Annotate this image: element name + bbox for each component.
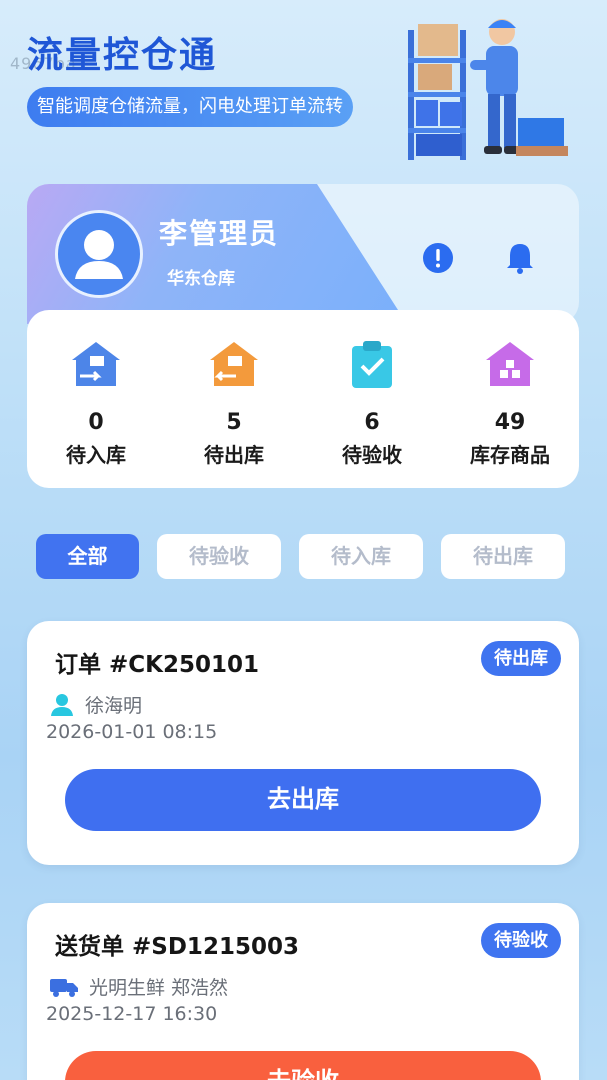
stat-value: 6 xyxy=(364,410,380,435)
outbound-warehouse-icon xyxy=(210,342,258,386)
stat-label: 待入库 xyxy=(66,443,126,467)
order-supplier: 光明生鲜 郑浩然 xyxy=(89,977,229,999)
user-avatar-icon[interactable] xyxy=(55,210,143,298)
person-icon xyxy=(51,693,73,716)
outbound-button[interactable]: 去出库 xyxy=(65,769,541,831)
stat-label: 待验收 xyxy=(342,443,402,467)
stat-label: 待出库 xyxy=(204,443,264,467)
profile-card: 李管理员 华东仓库 0 待入库 5 待出库 6 待验收 49 库存商品 xyxy=(27,184,579,488)
order-title: 送货单 #SD1215003 xyxy=(55,934,299,960)
order-card: 订单 #CK250101 待出库 徐海明 2026-01-01 08:15 去出… xyxy=(27,621,579,865)
order-card: 送货单 #SD1215003 待验收 光明生鲜 郑浩然 2025-12-17 1… xyxy=(27,903,579,1080)
stat-label: 库存商品 xyxy=(470,443,550,467)
stats-panel: 0 待入库 5 待出库 6 待验收 49 库存商品 xyxy=(27,310,579,488)
stat-value: 0 xyxy=(88,410,104,435)
order-time: 2025-12-17 16:30 xyxy=(46,1003,218,1025)
warehouse-worker-illustration xyxy=(408,19,568,160)
stat-inbound[interactable]: 0 待入库 xyxy=(31,338,161,488)
status-badge: 待验收 xyxy=(481,923,561,958)
clipboard-check-icon xyxy=(352,341,392,388)
stat-stock[interactable]: 49 库存商品 xyxy=(445,338,575,488)
tab-pending-inbound[interactable]: 待入库 xyxy=(299,534,423,579)
order-person: 徐海明 xyxy=(85,695,143,717)
stock-goods-icon xyxy=(486,342,534,386)
stat-value: 49 xyxy=(494,410,526,435)
stat-accept[interactable]: 6 待验收 xyxy=(307,338,437,488)
stat-outbound[interactable]: 5 待出库 xyxy=(169,338,299,488)
order-meta: 光明生鲜 郑浩然 xyxy=(49,973,228,1000)
truck-icon xyxy=(50,978,78,997)
tab-all[interactable]: 全部 xyxy=(36,534,139,579)
user-name: 李管理员 xyxy=(159,217,280,250)
alert-icon[interactable] xyxy=(420,240,456,276)
accept-button[interactable]: 去验收 xyxy=(65,1051,541,1080)
warehouse-name: 华东仓库 xyxy=(167,269,235,289)
filter-tabs: 全部 待验收 待入库 待出库 xyxy=(36,534,565,579)
tab-pending-outbound[interactable]: 待出库 xyxy=(441,534,565,579)
order-title: 订单 #CK250101 xyxy=(55,652,260,678)
status-badge: 待出库 xyxy=(481,641,561,676)
order-meta: 徐海明 xyxy=(49,691,142,718)
stat-value: 5 xyxy=(226,410,242,435)
app-title: 流量控仓通 xyxy=(27,35,218,76)
bell-icon[interactable] xyxy=(502,240,538,276)
app-slogan: 智能调度仓储流量，闪电处理订单流转 xyxy=(27,87,353,127)
tab-pending-accept[interactable]: 待验收 xyxy=(157,534,281,579)
inbound-warehouse-icon xyxy=(72,342,120,386)
order-time: 2026-01-01 08:15 xyxy=(46,721,218,743)
